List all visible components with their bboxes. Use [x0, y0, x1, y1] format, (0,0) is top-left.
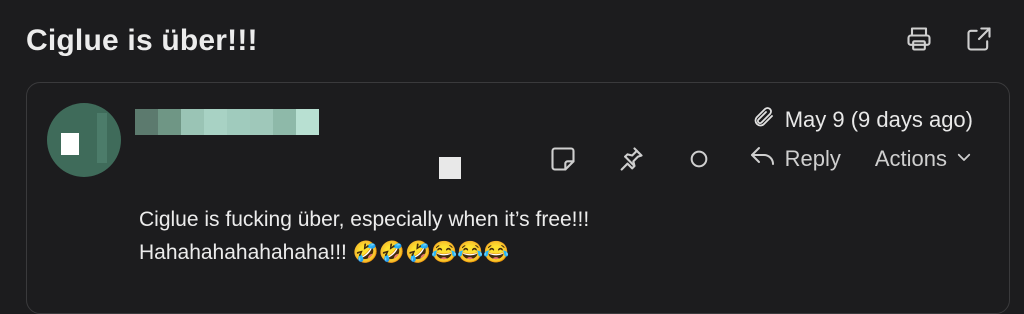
message-actions: Reply Actions [545, 141, 973, 177]
reply-icon [749, 144, 777, 174]
printer-icon[interactable] [902, 22, 936, 56]
date-text: May 9 (9 days ago) [784, 107, 973, 132]
redaction-block [439, 157, 461, 179]
open-external-icon[interactable] [962, 22, 996, 56]
reply-label: Reply [784, 146, 841, 171]
avatar[interactable] [47, 103, 121, 177]
actions-dropdown[interactable]: Actions [875, 146, 973, 172]
body-line: Hahahahahahahaha!!! 🤣🤣🤣😂😂😂 [139, 241, 510, 264]
reply-button[interactable]: Reply [749, 144, 841, 174]
paperclip-icon [751, 105, 775, 135]
actions-label: Actions [874, 146, 947, 171]
chevron-down-icon [955, 146, 973, 172]
body-line: Ciglue is fucking über, especially when … [139, 208, 590, 231]
note-icon[interactable] [545, 141, 581, 177]
thread-toolbar [902, 22, 996, 56]
circle-icon[interactable] [681, 141, 717, 177]
message-body: Ciglue is fucking über, especially when … [139, 203, 589, 269]
email-subject: Ciglue is über!!! [26, 24, 258, 57]
message-date: May 9 (9 days ago) [751, 105, 973, 135]
message-card: May 9 (9 days ago) Reply Actions Ciglue … [26, 82, 1010, 314]
sender-name-redacted [135, 109, 319, 135]
pin-icon[interactable] [613, 141, 649, 177]
